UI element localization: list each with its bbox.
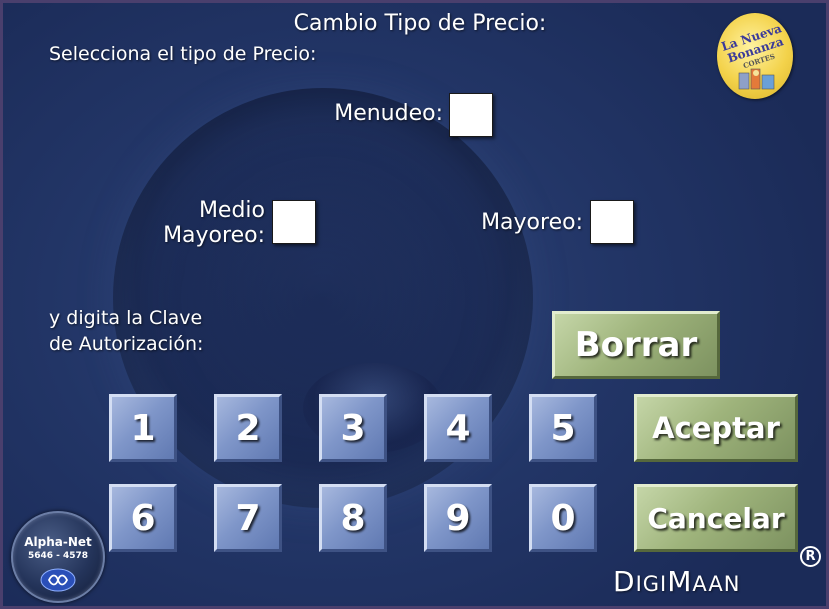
brand-d: D: [613, 565, 636, 598]
keypad-key-2[interactable]: 2: [214, 394, 282, 462]
keypad-key-7[interactable]: 7: [214, 484, 282, 552]
menudeo-label: Menudeo:: [334, 101, 443, 126]
medio-mayoreo-label: Medio Mayoreo:: [133, 198, 265, 248]
dialog-title: Cambio Tipo de Precio:: [293, 11, 547, 36]
mayoreo-checkbox[interactable]: [590, 200, 634, 244]
alpha-net-name: Alpha-Net: [24, 535, 92, 549]
keypad-key-3[interactable]: 3: [319, 394, 387, 462]
registered-trademark-icon: R: [800, 546, 821, 567]
keypad-key-4[interactable]: 4: [424, 394, 492, 462]
dialog-subtitle: Selecciona el tipo de Precio:: [49, 43, 317, 65]
grocery-items-icon: [738, 68, 775, 90]
alpha-net-logo: Alpha-Net 5646 - 4578: [11, 511, 105, 603]
borrar-button[interactable]: Borrar: [552, 311, 720, 379]
medio-mayoreo-label-line2: Mayoreo:: [163, 223, 265, 248]
store-logo: La Nueva Bonanza CORTES: [717, 13, 793, 99]
keypad-key-5[interactable]: 5: [529, 394, 597, 462]
authorization-prompt: y digita la Clave de Autorización:: [49, 305, 203, 357]
authorization-prompt-line2: de Autorización:: [49, 333, 204, 355]
mayoreo-label: Mayoreo:: [481, 210, 583, 235]
brand-m: M: [667, 565, 693, 598]
menudeo-checkbox[interactable]: [449, 93, 493, 137]
keypad-key-8[interactable]: 8: [319, 484, 387, 552]
digimaan-brand: DIGIMAAN: [613, 565, 740, 598]
brand-igi: IGI: [635, 572, 668, 596]
brand-aan: AAN: [692, 572, 741, 596]
alpha-net-phone: 5646 - 4578: [27, 551, 89, 561]
price-type-screen: Cambio Tipo de Precio: Selecciona el tip…: [0, 0, 829, 609]
infinity-icon: [40, 568, 76, 592]
aceptar-button[interactable]: Aceptar: [634, 394, 798, 462]
keypad-key-6[interactable]: 6: [109, 484, 177, 552]
keypad-key-9[interactable]: 9: [424, 484, 492, 552]
authorization-prompt-line1: y digita la Clave: [49, 307, 203, 329]
medio-mayoreo-label-line1: Medio: [198, 198, 265, 223]
medio-mayoreo-checkbox[interactable]: [272, 200, 316, 244]
keypad-key-1[interactable]: 1: [109, 394, 177, 462]
cancelar-button[interactable]: Cancelar: [634, 484, 798, 552]
keypad-key-0[interactable]: 0: [529, 484, 597, 552]
